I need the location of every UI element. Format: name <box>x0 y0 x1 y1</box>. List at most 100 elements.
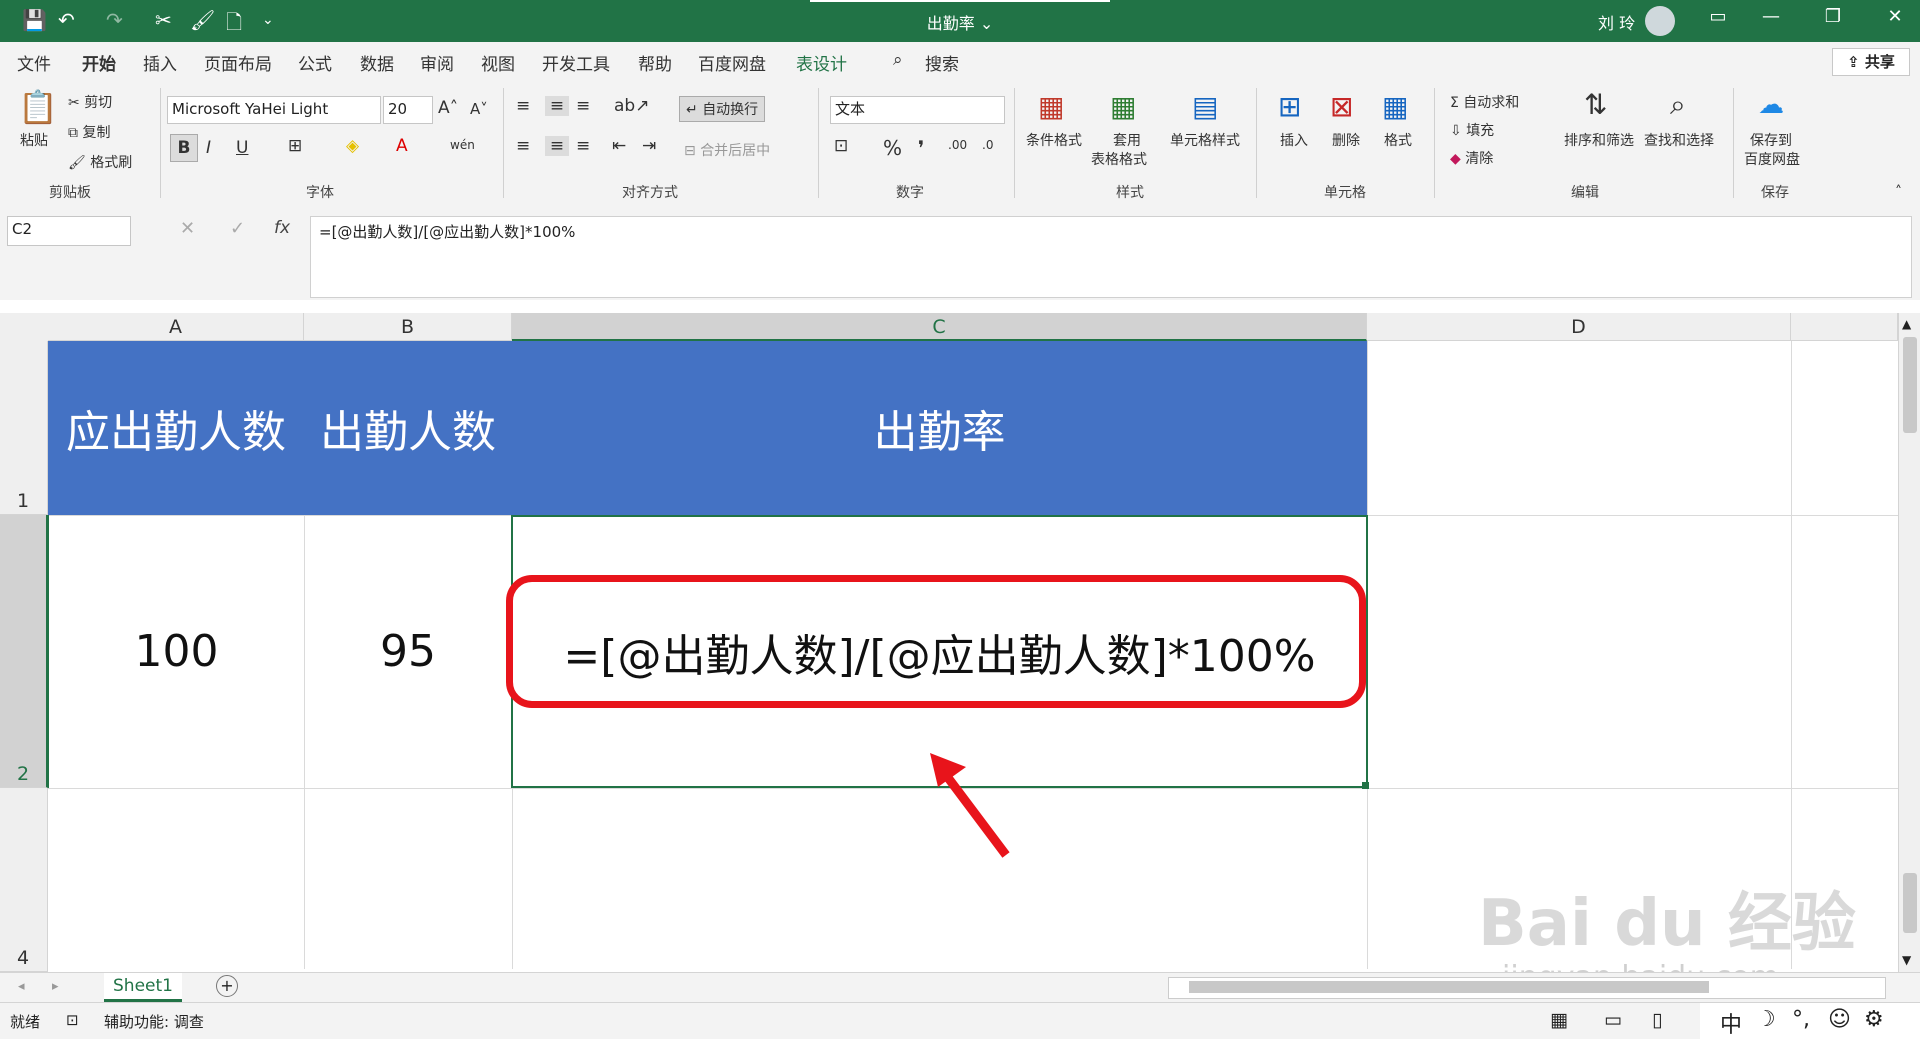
align-center-icon[interactable]: ≡ <box>545 136 569 156</box>
paste-label[interactable]: 粘贴 <box>20 130 48 150</box>
page-break-view-icon[interactable]: ▯ <box>1652 1009 1662 1031</box>
format-cells-icon[interactable]: ▦ <box>1382 90 1408 123</box>
align-left-icon[interactable]: ≡ <box>516 136 530 156</box>
search-label[interactable]: 搜索 <box>925 50 959 75</box>
find-select-label[interactable]: 查找和选择 <box>1644 130 1714 150</box>
font-name-select[interactable]: Microsoft YaHei Light <box>167 96 381 124</box>
cancel-icon[interactable]: ✕ <box>180 218 195 239</box>
font-color-icon[interactable]: A <box>396 136 408 156</box>
tab-baidu-netdisk[interactable]: 百度网盘 <box>698 50 766 75</box>
tab-page-layout[interactable]: 页面布局 <box>204 50 272 75</box>
cell-c1[interactable]: 出勤率 <box>512 341 1367 515</box>
conditional-format-label[interactable]: 条件格式 <box>1026 130 1082 150</box>
accounting-icon[interactable]: ⊡ <box>834 136 848 156</box>
horizontal-scrollbar[interactable] <box>1168 977 1886 999</box>
fill-color-icon[interactable]: ◈ <box>346 136 359 156</box>
cell-b1[interactable]: 出勤人数 <box>304 341 512 515</box>
enter-icon[interactable]: ✓ <box>230 218 245 239</box>
fill-button[interactable]: ⇩ 填充 <box>1450 120 1494 140</box>
cell-styles-label[interactable]: 单元格样式 <box>1170 130 1240 150</box>
save-to-netdisk-label2[interactable]: 百度网盘 <box>1744 149 1800 169</box>
save-to-netdisk-label1[interactable]: 保存到 <box>1750 130 1792 150</box>
user-name[interactable]: 刘 玲 <box>1598 10 1635 34</box>
cell-a1[interactable]: 应出勤人数 <box>48 341 304 515</box>
delete-cells-icon[interactable]: ⊠ <box>1330 90 1353 123</box>
orientation-icon[interactable]: ab↗ <box>614 96 649 116</box>
align-middle-icon[interactable]: ≡ <box>545 96 569 116</box>
scroll-up-icon[interactable]: ▲ <box>1902 317 1911 331</box>
tab-review[interactable]: 审阅 <box>420 50 454 75</box>
italic-button[interactable]: I <box>206 138 211 158</box>
sort-filter-icon[interactable]: ⇅ <box>1584 88 1607 121</box>
cell-styles-icon[interactable]: ▤ <box>1192 90 1218 123</box>
increase-decimal-icon[interactable]: .00 <box>948 138 967 152</box>
insert-cells-label[interactable]: 插入 <box>1280 130 1308 150</box>
autosum-button[interactable]: Σ 自动求和 <box>1450 92 1519 112</box>
format-as-table-label2[interactable]: 表格格式 <box>1091 149 1147 169</box>
ime-mode-chinese[interactable]: 中 <box>1720 1007 1742 1039</box>
copy-button[interactable]: ⧉ 复制 <box>68 122 110 142</box>
minimize-icon[interactable]: — <box>1756 6 1786 27</box>
number-format-select[interactable]: 文本 <box>830 96 1005 124</box>
cell-a2[interactable]: 100 <box>48 515 304 788</box>
merge-center-button[interactable]: ⊟ 合并后居中 <box>684 140 770 160</box>
add-sheet-icon[interactable]: + <box>216 975 238 997</box>
row-header-2[interactable]: 2 <box>0 515 48 788</box>
phonetic-icon[interactable]: wén <box>450 138 475 152</box>
sort-filter-label[interactable]: 排序和筛选 <box>1564 130 1634 150</box>
settings-icon[interactable]: ⚙ <box>1864 1007 1884 1032</box>
increase-indent-icon[interactable]: ⇥ <box>642 136 656 156</box>
half-width-icon[interactable]: ☽ <box>1756 1007 1776 1032</box>
fill-handle[interactable] <box>1362 782 1369 789</box>
tab-help[interactable]: 帮助 <box>638 50 672 75</box>
name-box[interactable]: C2 <box>7 216 131 246</box>
prev-sheet-icon[interactable]: ◂ <box>18 979 25 994</box>
align-right-icon[interactable]: ≡ <box>576 136 590 156</box>
tab-developer[interactable]: 开发工具 <box>542 50 610 75</box>
close-icon[interactable]: ✕ <box>1880 6 1910 27</box>
conditional-format-icon[interactable]: ▦ <box>1038 90 1064 123</box>
format-cells-label[interactable]: 格式 <box>1384 130 1412 150</box>
column-header-c[interactable]: C <box>512 313 1367 341</box>
underline-button[interactable]: U <box>236 138 248 158</box>
tab-file[interactable]: 文件 <box>17 50 51 75</box>
column-header-d[interactable]: D <box>1367 313 1791 341</box>
insert-function-icon[interactable]: fx <box>274 218 290 238</box>
decrease-decimal-icon[interactable]: .0 <box>982 138 993 152</box>
decrease-indent-icon[interactable]: ⇤ <box>612 136 626 156</box>
next-sheet-icon[interactable]: ▸ <box>52 979 59 994</box>
restore-icon[interactable]: ❐ <box>1818 6 1848 27</box>
select-all-corner[interactable] <box>0 313 49 342</box>
share-button[interactable]: ⇪ 共享 <box>1832 48 1910 76</box>
page-layout-view-icon[interactable]: ▭ <box>1604 1009 1622 1031</box>
shrink-font-icon[interactable]: A˅ <box>470 100 488 118</box>
wrap-text-button[interactable]: ↵ 自动换行 <box>679 96 766 122</box>
vertical-scrollbar[interactable]: ▲ ▼ <box>1898 313 1920 972</box>
baidu-netdisk-icon[interactable]: ☁ <box>1758 90 1784 120</box>
tab-home[interactable]: 开始 <box>82 50 116 83</box>
tab-data[interactable]: 数据 <box>360 50 394 75</box>
grow-font-icon[interactable]: A˄ <box>438 98 458 118</box>
tab-formulas[interactable]: 公式 <box>298 50 332 75</box>
find-select-icon[interactable]: ⌕ <box>1670 88 1686 122</box>
avatar[interactable] <box>1645 6 1675 36</box>
format-painter-button[interactable]: 🖌 格式刷 <box>68 152 132 172</box>
column-header-b[interactable]: B <box>304 313 512 341</box>
collapse-ribbon-icon[interactable]: ˄ <box>1895 184 1902 200</box>
scroll-thumb[interactable] <box>1903 337 1917 433</box>
normal-view-icon[interactable]: ▦ <box>1550 1009 1568 1031</box>
format-as-table-label1[interactable]: 套用 <box>1113 130 1141 150</box>
punctuation-icon[interactable]: °, <box>1792 1007 1810 1032</box>
ribbon-display-icon[interactable]: ▭ <box>1703 6 1733 27</box>
border-icon[interactable]: ⊞ <box>288 136 302 156</box>
row-header-1[interactable]: 1 <box>0 341 48 515</box>
bold-button[interactable]: B <box>170 134 198 162</box>
font-size-select[interactable]: 20 <box>383 96 433 124</box>
column-header-e[interactable] <box>1791 313 1898 341</box>
row-header-4[interactable]: 4 <box>0 788 48 972</box>
cut-button[interactable]: ✂ 剪切 <box>68 92 112 112</box>
emoji-icon[interactable]: ☺ <box>1828 1007 1851 1032</box>
align-top-icon[interactable]: ≡ <box>516 96 530 116</box>
hscroll-thumb[interactable] <box>1189 981 1709 993</box>
insert-cells-icon[interactable]: ⊞ <box>1278 90 1301 123</box>
